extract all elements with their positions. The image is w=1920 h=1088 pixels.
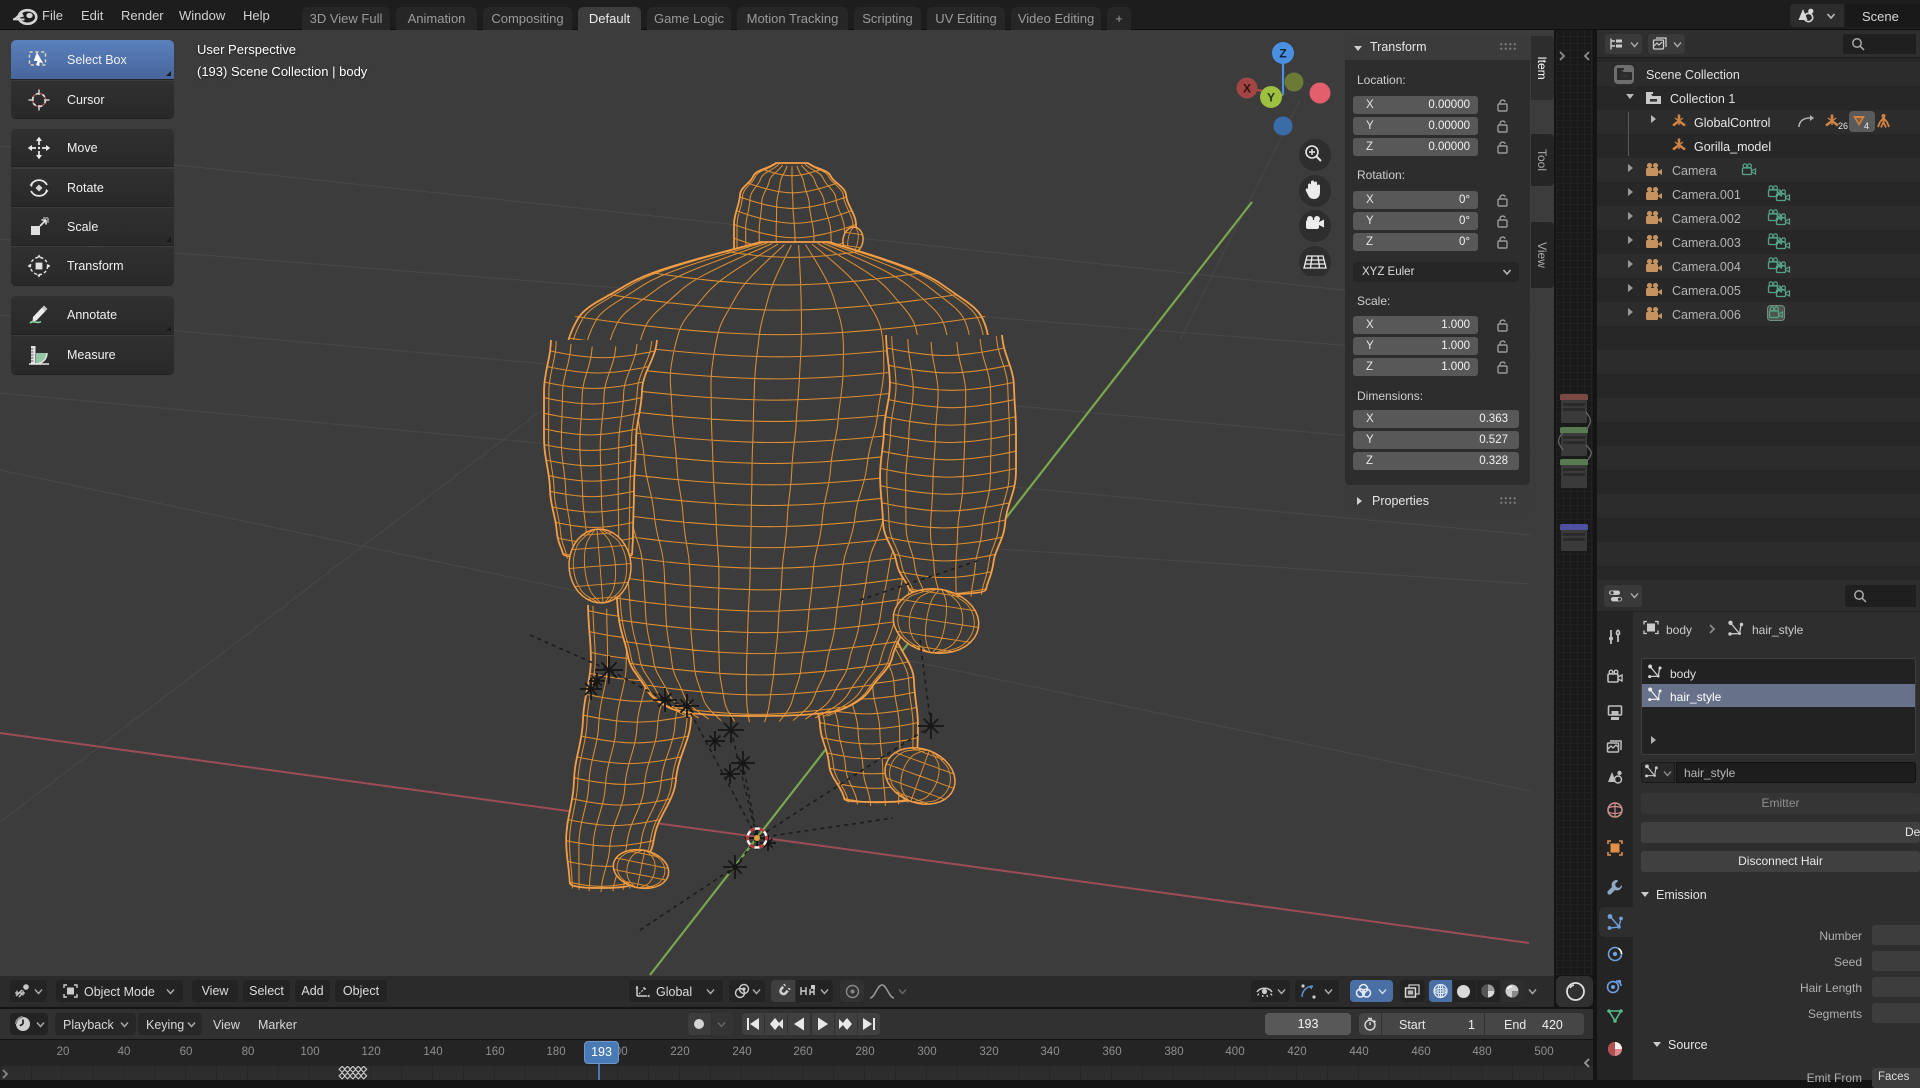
svg-text:Z: Z <box>1279 47 1286 61</box>
svg-text:X: X <box>1243 82 1251 96</box>
svg-text:Y: Y <box>1267 91 1275 105</box>
